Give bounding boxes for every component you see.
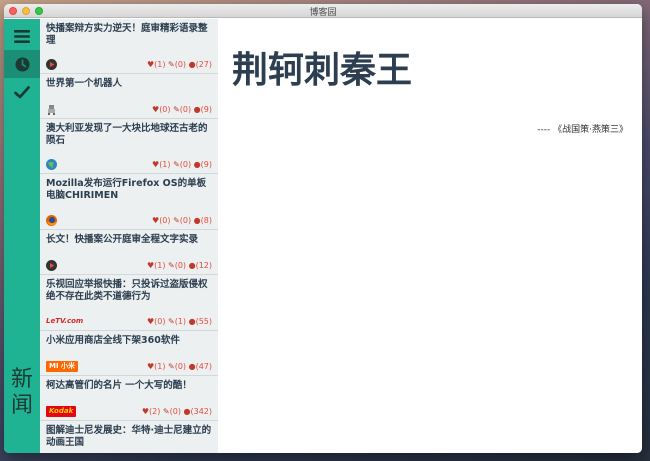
like-count: (1) xyxy=(154,60,166,69)
like-count: (1) xyxy=(154,362,166,371)
comment-count: (0) xyxy=(179,216,192,225)
news-item[interactable]: 乐视回应举报快播：只投诉过盗版侵权绝不存在此类不道德行为 LeTV.com ♥(… xyxy=(40,275,218,331)
globe-logo-icon xyxy=(46,159,57,170)
edit-icon: ✎ xyxy=(168,362,175,371)
check-icon xyxy=(14,85,30,98)
news-title: Mozilla发布运行Firefox OS的单板电脑CHIRIMEN xyxy=(46,178,207,201)
news-title: 澳大利亚发现了一大块比地球还古老的陨石 xyxy=(46,123,208,146)
left-rail: 新闻 xyxy=(4,19,40,453)
news-stats: ♥(0) ✎(1) ●(55) xyxy=(147,316,212,327)
news-title: 图解迪士尼发展史：华特·迪士尼建立的动画王国 xyxy=(46,425,212,448)
news-title: 世界第一个机器人 xyxy=(46,78,123,89)
letv-logo-icon: LeTV.com xyxy=(46,317,84,325)
news-meta: ♥(1) ✎(0) ●(27) xyxy=(46,58,212,70)
qvod-logo-icon xyxy=(46,59,57,70)
news-title: 小米应用商店全线下架360软件 xyxy=(46,335,180,346)
comment-count: (0) xyxy=(174,261,187,270)
edit-icon: ✎ xyxy=(173,216,180,225)
news-item[interactable]: Mozilla发布运行Firefox OS的单板电脑CHIRIMEN ♥(0) … xyxy=(40,174,218,230)
comment-count: (0) xyxy=(174,60,187,69)
view-count: (27) xyxy=(195,60,212,69)
eye-icon: ● xyxy=(193,105,201,114)
title-bar[interactable]: 博客园 xyxy=(4,4,642,18)
eye-icon: ● xyxy=(188,362,196,371)
news-item[interactable]: 澳大利亚发现了一大块比地球还古老的陨石 ♥(1) ✎(0) ●(9) xyxy=(40,119,218,174)
article-title: 荆轲刺秦王 xyxy=(232,50,413,91)
news-meta: LeTV.com ♥(0) ✎(1) ●(55) xyxy=(46,315,212,327)
like-count: (1) xyxy=(154,261,166,270)
news-meta: ♥(1) ✎(0) ●(9) xyxy=(46,158,212,170)
news-stats: ♥(1) ✎(0) ●(27) xyxy=(147,59,212,70)
mi-logo-icon: MI 小米 xyxy=(46,361,79,372)
view-count: (55) xyxy=(195,317,212,326)
news-list[interactable]: 快播案辩方实力逆天！庭审精彩语录整理 ♥(1) ✎(0) ●(27) 世界第一个… xyxy=(40,19,218,453)
eye-icon: ● xyxy=(193,160,201,169)
news-item[interactable]: 世界第一个机器人 ♥(0) ✎(0) ●(9) xyxy=(40,74,218,119)
comment-count: (1) xyxy=(174,317,187,326)
like-count: (0) xyxy=(159,105,171,114)
edit-icon: ✎ xyxy=(168,261,175,270)
news-meta: ♥(0) ✎(0) ●(9) xyxy=(46,103,212,115)
news-stats: ♥(0) ✎(0) ●(9) xyxy=(152,104,212,115)
clock-icon xyxy=(14,56,30,72)
eye-icon: ● xyxy=(188,60,196,69)
news-stats: ♥(0) ✎(0) ●(8) xyxy=(152,215,212,226)
like-count: (2) xyxy=(149,407,161,416)
recent-button[interactable] xyxy=(4,50,40,78)
eye-icon: ● xyxy=(188,317,196,326)
news-item[interactable]: 小米应用商店全线下架360软件 MI 小米 ♥(1) ✎(0) ●(47) xyxy=(40,331,218,376)
news-stats: ♥(1) ✎(0) ●(47) xyxy=(147,361,212,372)
edit-icon: ✎ xyxy=(173,160,180,169)
edit-icon: ✎ xyxy=(168,60,175,69)
news-title: 快播案辩方实力逆天！庭审精彩语录整理 xyxy=(46,23,208,46)
firefox-logo-icon xyxy=(46,215,57,226)
news-stats: ♥(2) ✎(0) ●(342) xyxy=(142,406,212,417)
news-meta: MI 小米 ♥(1) ✎(0) ●(47) xyxy=(46,360,212,372)
menu-button[interactable] xyxy=(4,22,40,50)
news-meta: Kodak ♥(2) ✎(0) ●(342) xyxy=(46,405,212,417)
news-title: 乐视回应举报快播：只投诉过盗版侵权绝不存在此类不道德行为 xyxy=(46,279,208,302)
view-count: (47) xyxy=(195,362,212,371)
like-count: (1) xyxy=(159,160,171,169)
section-label: 新闻 xyxy=(10,367,33,418)
eye-icon: ● xyxy=(188,261,196,270)
news-meta: ♥(0) ✎(0) ●(8) xyxy=(46,214,212,226)
news-item[interactable]: 图解迪士尼发展史：华特·迪士尼建立的动画王国 xyxy=(40,421,218,453)
news-title: 长文！快播案公开庭审全程文字实录 xyxy=(46,234,199,245)
hamburger-icon xyxy=(14,29,30,43)
kodak-logo-icon: Kodak xyxy=(46,406,77,417)
heart-icon: ♥ xyxy=(141,407,150,416)
edit-icon: ✎ xyxy=(162,407,170,416)
news-item[interactable]: 长文！快播案公开庭审全程文字实录 ♥(1) ✎(0) ●(12) xyxy=(40,230,218,275)
news-item[interactable]: 柯达高管们的名片 一个大写的酷！ Kodak ♥(2) ✎(0) ●(342) xyxy=(40,376,218,421)
view-count: (8) xyxy=(200,216,212,225)
like-count: (0) xyxy=(154,317,166,326)
news-stats: ♥(1) ✎(0) ●(12) xyxy=(147,260,212,271)
eye-icon: ● xyxy=(193,216,201,225)
view-count: (12) xyxy=(195,261,212,270)
news-title: 柯达高管们的名片 一个大写的酷！ xyxy=(46,380,192,391)
window-title: 博客园 xyxy=(309,7,337,17)
comment-count: (0) xyxy=(179,105,192,114)
edit-icon: ✎ xyxy=(173,105,180,114)
comment-count: (0) xyxy=(169,407,181,416)
comment-count: (0) xyxy=(174,362,187,371)
done-button[interactable] xyxy=(4,78,40,106)
qvod-logo-icon xyxy=(46,260,57,271)
edit-icon: ✎ xyxy=(168,317,175,326)
news-stats: ♥(1) ✎(0) ●(9) xyxy=(152,159,212,170)
comment-count: (0) xyxy=(179,160,192,169)
like-count: (0) xyxy=(159,216,171,225)
article-pane: 荆轲刺秦王 ---- 《战国策·燕策三》 xyxy=(218,19,642,453)
news-item[interactable]: 快播案辩方实力逆天！庭审精彩语录整理 ♥(1) ✎(0) ●(27) xyxy=(40,19,218,74)
article-source: ---- 《战国策·燕策三》 xyxy=(537,125,628,135)
news-meta: ♥(1) ✎(0) ●(12) xyxy=(46,259,212,271)
view-count: (9) xyxy=(200,160,212,169)
app-window: 博客园 新闻 快播案辩方实力逆天！庭审精彩语录整理 ♥(1) ✎(0) ●(27… xyxy=(4,4,642,453)
view-count: (342) xyxy=(190,407,212,416)
robot-logo-icon xyxy=(46,104,57,115)
view-count: (9) xyxy=(200,105,212,114)
